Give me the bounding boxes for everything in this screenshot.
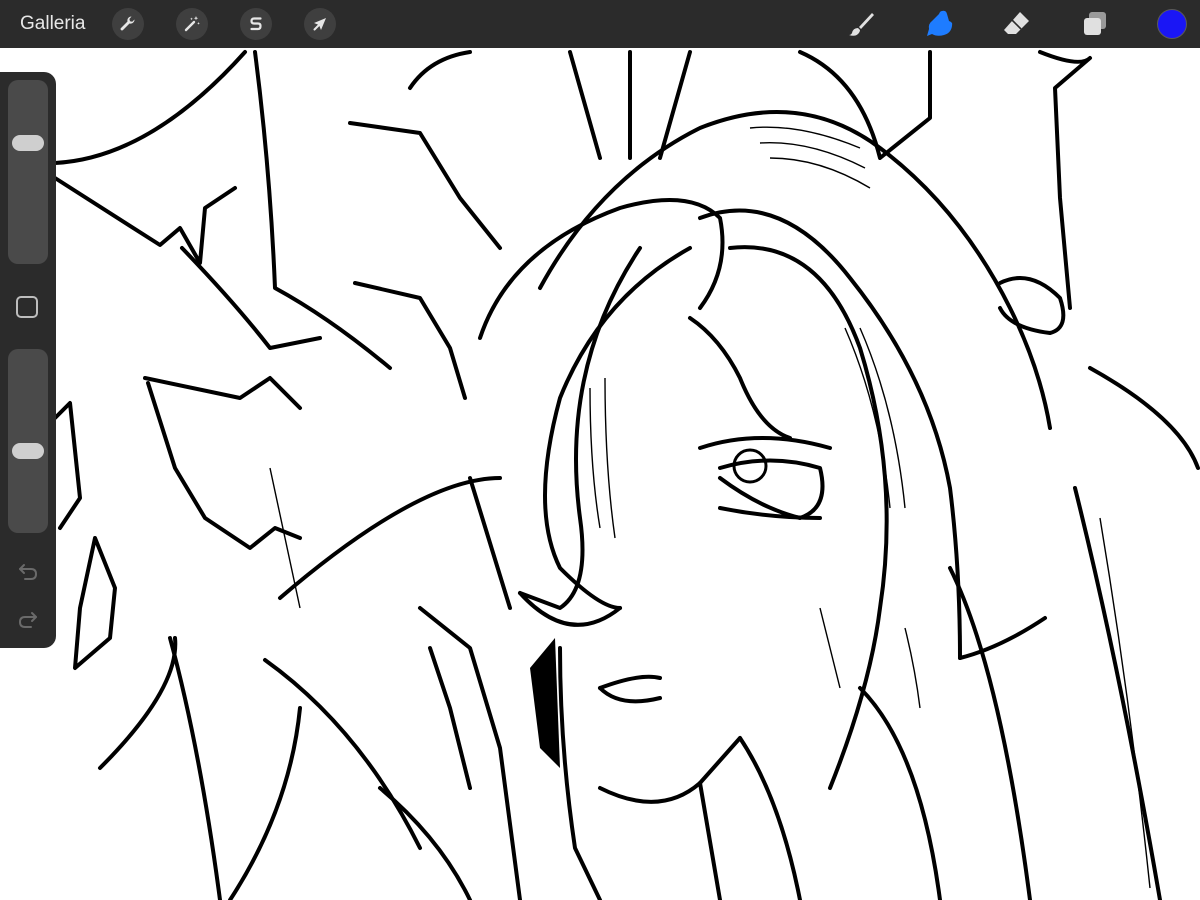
- layers-button[interactable]: [1078, 7, 1112, 41]
- brush-size-slider[interactable]: [8, 80, 48, 264]
- transform-button[interactable]: [304, 8, 336, 40]
- adjustments-button[interactable]: [176, 8, 208, 40]
- color-picker-button[interactable]: [1157, 9, 1187, 39]
- undo-icon: [19, 564, 38, 580]
- left-sidebar: [0, 72, 56, 648]
- actions-button[interactable]: [112, 8, 144, 40]
- layers-icon: [1084, 12, 1106, 35]
- eraser-tool-button[interactable]: [1000, 7, 1034, 41]
- selection-s-icon: [250, 17, 262, 31]
- opacity-slider-knob[interactable]: [12, 442, 44, 459]
- gallery-button[interactable]: Galleria: [20, 12, 85, 36]
- redo-icon: [18, 612, 37, 628]
- smudge-tool-button[interactable]: [923, 7, 957, 41]
- brush-icon: [849, 13, 874, 36]
- eraser-icon: [1004, 12, 1029, 34]
- top-toolbar: Galleria: [0, 0, 1200, 48]
- brush-size-slider-knob[interactable]: [12, 135, 44, 152]
- undo-button[interactable]: [16, 560, 40, 584]
- square-modifier-icon[interactable]: [16, 296, 38, 318]
- opacity-slider[interactable]: [8, 349, 48, 533]
- magic-wand-icon: [184, 16, 200, 32]
- arrow-cursor-icon: [313, 18, 326, 31]
- line-art-illustration: [53, 50, 1200, 900]
- redo-button[interactable]: [16, 608, 40, 632]
- wrench-icon: [120, 16, 135, 31]
- selection-button[interactable]: [240, 8, 272, 40]
- smudge-finger-icon: [927, 10, 953, 37]
- brush-tool-button[interactable]: [845, 7, 879, 41]
- drawing-canvas[interactable]: [0, 48, 1200, 900]
